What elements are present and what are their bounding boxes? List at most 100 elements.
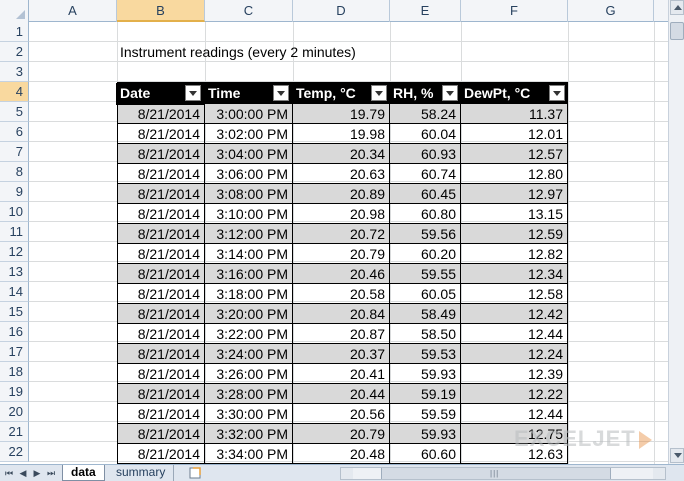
date-cell[interactable]: 8/21/2014 xyxy=(117,404,205,424)
rh-cell[interactable]: 60.04 xyxy=(390,124,461,144)
dewpt-cell[interactable]: 12.44 xyxy=(461,324,568,344)
column-header-a[interactable]: A xyxy=(29,0,117,22)
date-cell[interactable]: 8/21/2014 xyxy=(117,204,205,224)
dewpt-cell[interactable]: 12.59 xyxy=(461,224,568,244)
temp-cell[interactable]: 20.84 xyxy=(293,304,390,324)
time-cell[interactable]: 3:14:00 PM xyxy=(205,244,293,264)
row-header[interactable]: 3 xyxy=(0,62,29,82)
rh-cell[interactable]: 58.24 xyxy=(390,104,461,124)
rh-cell[interactable]: 60.74 xyxy=(390,164,461,184)
temp-cell[interactable]: 20.63 xyxy=(293,164,390,184)
row-header[interactable]: 1 xyxy=(0,22,29,42)
vertical-scrollbar[interactable] xyxy=(668,0,684,464)
temp-cell[interactable]: 20.46 xyxy=(293,264,390,284)
dewpt-cell[interactable]: 12.22 xyxy=(461,384,568,404)
column-header-d[interactable]: D xyxy=(293,0,390,22)
row-header[interactable]: 14 xyxy=(0,282,29,302)
rh-cell[interactable]: 59.93 xyxy=(390,364,461,384)
scroll-right-icon[interactable] xyxy=(653,468,665,479)
row-header[interactable]: 16 xyxy=(0,322,29,342)
insert-sheet-icon[interactable] xyxy=(186,467,204,479)
date-cell[interactable]: 8/21/2014 xyxy=(117,184,205,204)
dewpt-cell[interactable]: 12.34 xyxy=(461,264,568,284)
time-cell[interactable]: 3:28:00 PM xyxy=(205,384,293,404)
column-header-b[interactable]: B xyxy=(117,0,205,22)
date-cell[interactable]: 8/21/2014 xyxy=(117,104,205,124)
rh-cell[interactable]: 60.45 xyxy=(390,184,461,204)
sheet-tab-summary[interactable]: summary xyxy=(108,465,175,481)
time-cell[interactable]: 3:04:00 PM xyxy=(205,144,293,164)
time-cell[interactable]: 3:16:00 PM xyxy=(205,264,293,284)
date-cell[interactable]: 8/21/2014 xyxy=(117,164,205,184)
column-header-g[interactable]: G xyxy=(568,0,654,22)
temp-cell[interactable]: 20.72 xyxy=(293,224,390,244)
row-header[interactable]: 10 xyxy=(0,202,29,222)
filter-dropdown-icon[interactable] xyxy=(371,85,387,101)
row-header[interactable]: 6 xyxy=(0,122,29,142)
row-header[interactable]: 2 xyxy=(0,42,29,62)
rh-cell[interactable]: 60.80 xyxy=(390,204,461,224)
row-header[interactable]: 9 xyxy=(0,182,29,202)
row-header[interactable]: 4 xyxy=(0,82,29,102)
date-cell[interactable]: 8/21/2014 xyxy=(117,224,205,244)
filter-dropdown-icon[interactable] xyxy=(549,85,565,101)
next-sheet-icon[interactable]: ▶ xyxy=(31,467,43,479)
time-cell[interactable]: 3:34:00 PM xyxy=(205,444,293,464)
rh-cell[interactable]: 60.05 xyxy=(390,284,461,304)
rh-cell[interactable]: 59.56 xyxy=(390,224,461,244)
date-cell[interactable]: 8/21/2014 xyxy=(117,284,205,304)
temp-cell[interactable]: 20.79 xyxy=(293,424,390,444)
column-header-e[interactable]: E xyxy=(390,0,461,22)
time-cell[interactable]: 3:24:00 PM xyxy=(205,344,293,364)
rh-cell[interactable]: 59.59 xyxy=(390,404,461,424)
rh-cell[interactable]: 60.20 xyxy=(390,244,461,264)
date-cell[interactable]: 8/21/2014 xyxy=(117,244,205,264)
rh-cell[interactable]: 59.53 xyxy=(390,344,461,364)
row-header[interactable]: 22 xyxy=(0,442,29,462)
time-cell[interactable]: 3:08:00 PM xyxy=(205,184,293,204)
time-cell[interactable]: 3:18:00 PM xyxy=(205,284,293,304)
rh-cell[interactable]: 58.49 xyxy=(390,304,461,324)
row-header[interactable]: 5 xyxy=(0,102,29,122)
row-header[interactable]: 7 xyxy=(0,142,29,162)
dewpt-cell[interactable]: 12.42 xyxy=(461,304,568,324)
date-cell[interactable]: 8/21/2014 xyxy=(117,264,205,284)
temp-cell[interactable]: 20.48 xyxy=(293,444,390,464)
rh-cell[interactable]: 59.93 xyxy=(390,424,461,444)
temp-cell[interactable]: 20.56 xyxy=(293,404,390,424)
date-cell[interactable]: 8/21/2014 xyxy=(117,364,205,384)
filter-dropdown-icon[interactable] xyxy=(442,85,458,101)
temp-cell[interactable]: 19.98 xyxy=(293,124,390,144)
dewpt-cell[interactable]: 12.24 xyxy=(461,344,568,364)
dewpt-cell[interactable]: 12.58 xyxy=(461,284,568,304)
sheet-tab-data[interactable]: data xyxy=(62,465,105,481)
row-header[interactable]: 11 xyxy=(0,222,29,242)
horizontal-scroll-thumb[interactable]: ||| xyxy=(381,468,611,479)
dewpt-cell[interactable]: 12.01 xyxy=(461,124,568,144)
dewpt-cell[interactable]: 12.97 xyxy=(461,184,568,204)
vertical-scroll-thumb[interactable] xyxy=(670,22,684,40)
time-cell[interactable]: 3:26:00 PM xyxy=(205,364,293,384)
column-header-f[interactable]: F xyxy=(461,0,568,22)
temp-cell[interactable]: 20.79 xyxy=(293,244,390,264)
date-cell[interactable]: 8/21/2014 xyxy=(117,424,205,444)
dewpt-cell[interactable]: 12.80 xyxy=(461,164,568,184)
date-cell[interactable]: 8/21/2014 xyxy=(117,324,205,344)
time-cell[interactable]: 3:10:00 PM xyxy=(205,204,293,224)
temp-cell[interactable]: 20.37 xyxy=(293,344,390,364)
rh-cell[interactable]: 60.93 xyxy=(390,144,461,164)
temp-cell[interactable]: 20.87 xyxy=(293,324,390,344)
dewpt-cell[interactable]: 12.44 xyxy=(461,404,568,424)
row-header[interactable]: 8 xyxy=(0,162,29,182)
date-cell[interactable]: 8/21/2014 xyxy=(117,344,205,364)
row-header[interactable]: 13 xyxy=(0,262,29,282)
date-cell[interactable]: 8/21/2014 xyxy=(117,124,205,144)
date-cell[interactable]: 8/21/2014 xyxy=(117,144,205,164)
dewpt-cell[interactable]: 12.39 xyxy=(461,364,568,384)
rh-cell[interactable]: 58.50 xyxy=(390,324,461,344)
prev-sheet-icon[interactable]: ◀ xyxy=(17,467,29,479)
time-cell[interactable]: 3:30:00 PM xyxy=(205,404,293,424)
dewpt-cell[interactable]: 12.57 xyxy=(461,144,568,164)
time-cell[interactable]: 3:32:00 PM xyxy=(205,424,293,444)
temp-cell[interactable]: 20.98 xyxy=(293,204,390,224)
